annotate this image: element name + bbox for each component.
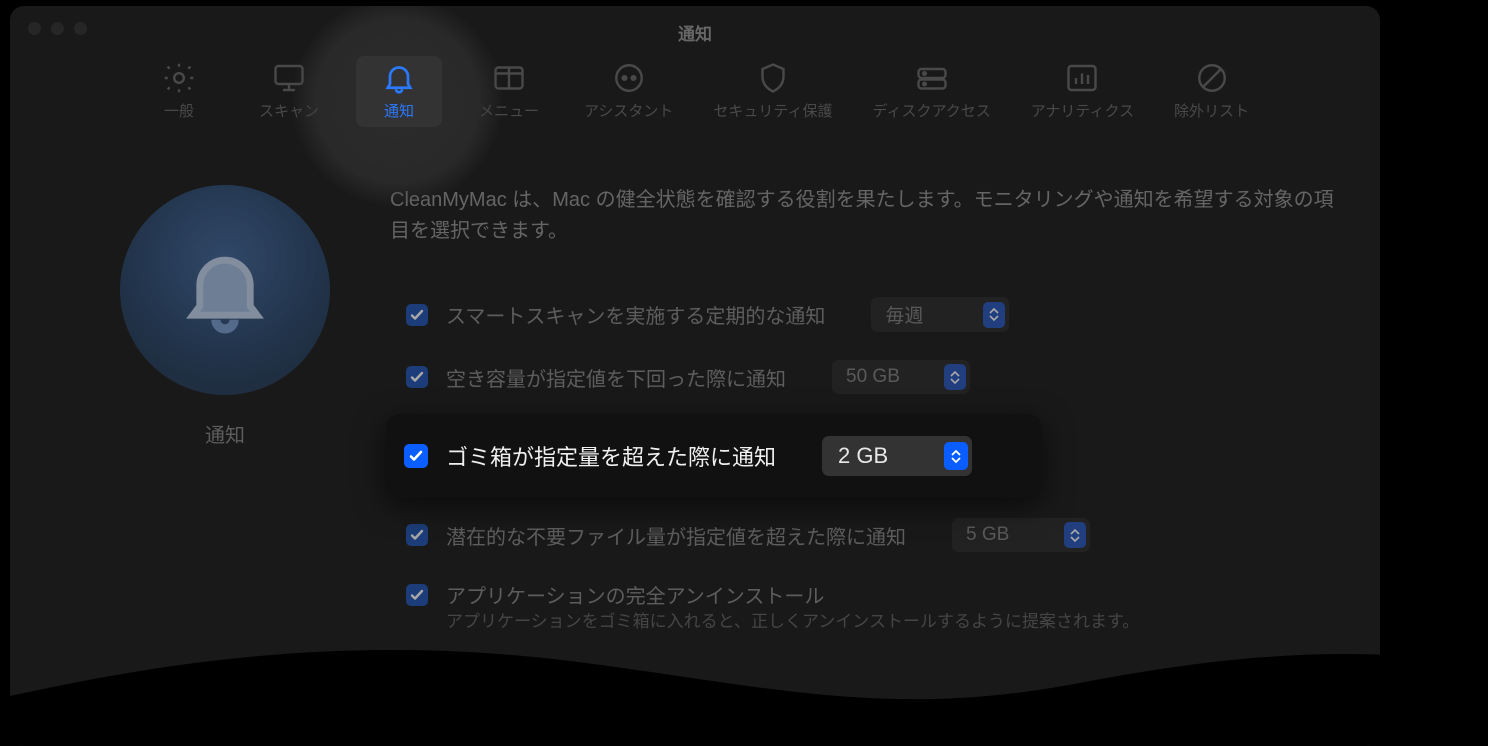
- label-junk: 潜在的な不要ファイル量が指定値を超えた際に通知: [446, 521, 906, 550]
- toolbar-analytics[interactable]: アナリティクス: [1023, 56, 1142, 127]
- row-smart-scan: スマートスキャンを実施する定期的な通知 毎週: [390, 283, 1340, 346]
- toolbar-menu[interactable]: メニュー: [466, 56, 552, 127]
- window-controls: [28, 22, 87, 35]
- side-panel: 通知: [70, 185, 380, 642]
- select-low-space[interactable]: 50 GB: [832, 360, 970, 394]
- disclosure-icon: [983, 302, 1005, 328]
- row-junk: 潜在的な不要ファイル量が指定値を超えた際に通知 5 GB: [390, 504, 1340, 566]
- disclosure-icon: [1064, 522, 1086, 548]
- label-uninstall: アプリケーションの完全アンインストール: [446, 580, 824, 609]
- side-caption: 通知: [70, 419, 380, 448]
- row-uninstall: アプリケーションの完全アンインストール: [390, 566, 1340, 613]
- check-icon: [409, 587, 425, 603]
- checkbox-uninstall[interactable]: [406, 584, 428, 606]
- minimize-button[interactable]: [51, 22, 64, 35]
- check-icon: [408, 448, 424, 464]
- select-junk[interactable]: 5 GB: [952, 518, 1090, 552]
- preferences-window: 通知 一般 スキャン 通知 メニュー: [10, 6, 1380, 746]
- ban-icon: [1194, 60, 1230, 96]
- settings-list: CleanMyMac は、Mac の健全状態を確認する役割を果たします。モニタリ…: [380, 185, 1340, 642]
- close-button[interactable]: [28, 22, 41, 35]
- gear-icon: [161, 60, 197, 96]
- select-smart-scan[interactable]: 毎週: [871, 297, 1009, 332]
- assistant-icon: [611, 60, 647, 96]
- disclosure-icon: [944, 364, 966, 390]
- toolbar-disk-access[interactable]: ディスクアクセス: [865, 56, 999, 127]
- toolbar: 一般 スキャン 通知 メニュー アシスタント: [10, 50, 1380, 137]
- select-value: 毎週: [885, 301, 923, 328]
- toolbar-notifications[interactable]: 通知: [356, 56, 442, 127]
- toolbar-ignore-list[interactable]: 除外リスト: [1166, 56, 1257, 127]
- toolbar-assistant[interactable]: アシスタント: [576, 56, 681, 127]
- monitor-icon: [271, 60, 307, 96]
- checkbox-trash[interactable]: [404, 444, 428, 468]
- disk-icon: [914, 60, 950, 96]
- label-trash: ゴミ箱が指定量を超えた際に通知: [446, 440, 776, 472]
- label-low-space: 空き容量が指定値を下回った際に通知: [446, 363, 786, 392]
- zoom-button[interactable]: [74, 22, 87, 35]
- content: 通知 CleanMyMac は、Mac の健全状態を確認する役割を果たします。モ…: [10, 137, 1380, 652]
- select-trash[interactable]: 2 GB: [822, 436, 972, 476]
- toolbar-scan[interactable]: スキャン: [246, 56, 332, 127]
- row-low-space: 空き容量が指定値を下回った際に通知 50 GB: [390, 346, 1340, 408]
- checkbox-low-space[interactable]: [406, 366, 428, 388]
- check-icon: [409, 307, 425, 323]
- check-icon: [409, 369, 425, 385]
- toolbar-general[interactable]: 一般: [136, 56, 222, 127]
- toolbar-security[interactable]: セキュリティ保護: [705, 56, 840, 127]
- titlebar: 通知: [10, 6, 1380, 50]
- select-value: 2 GB: [838, 443, 888, 469]
- shield-icon: [755, 60, 791, 96]
- check-icon: [409, 527, 425, 543]
- window-title: 通知: [10, 6, 1380, 45]
- checkbox-smart-scan[interactable]: [406, 304, 428, 326]
- select-value: 5 GB: [966, 524, 1009, 546]
- row-trash: ゴミ箱が指定量を超えた際に通知 2 GB: [386, 414, 1042, 498]
- checkbox-junk[interactable]: [406, 524, 428, 546]
- menubar-icon: [491, 60, 527, 96]
- description-text: CleanMyMac は、Mac の健全状態を確認する役割を果たします。モニタリ…: [390, 185, 1340, 247]
- disclosure-icon: [944, 442, 968, 470]
- chart-icon: [1064, 60, 1100, 96]
- select-value: 50 GB: [846, 366, 900, 388]
- label-smart-scan: スマートスキャンを実施する定期的な通知: [446, 300, 825, 329]
- notifications-hero-icon: [120, 185, 330, 395]
- subtext-uninstall: アプリケーションをゴミ箱に入れると、正しくアンインストールするように提案されます…: [390, 607, 1340, 642]
- bell-icon: [381, 60, 417, 96]
